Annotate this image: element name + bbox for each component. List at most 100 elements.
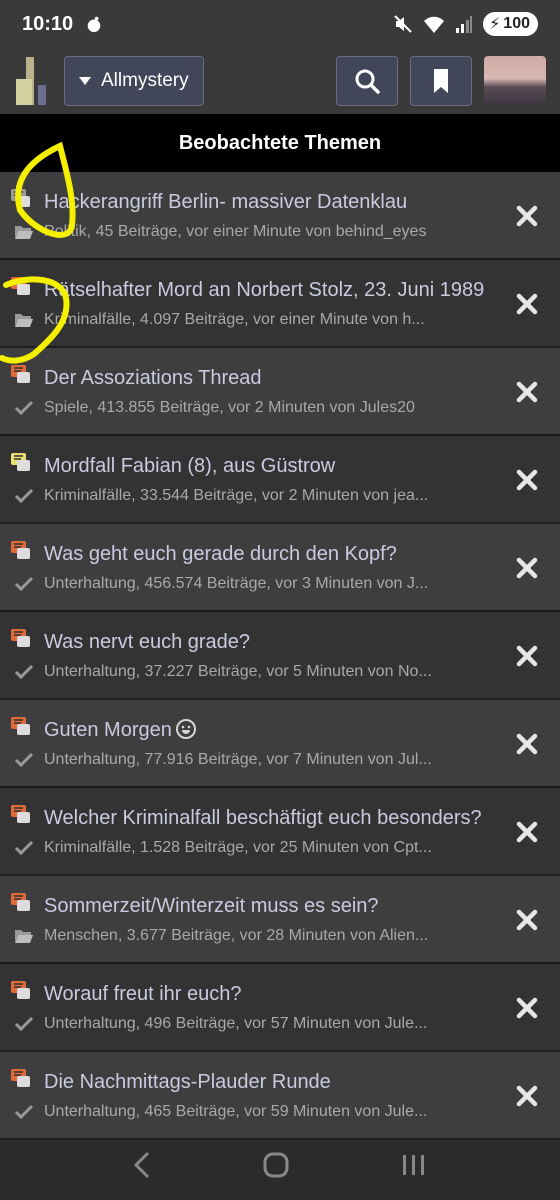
thread-title[interactable]: Guten Morgen xyxy=(44,714,500,746)
thread-meta: Kriminalfälle, 33.544 Beiträge, vor 2 Mi… xyxy=(44,487,429,504)
allmystery-logo[interactable] xyxy=(12,55,52,107)
thread-title-text: Hackerangriff Berlin- massiver Datenklau xyxy=(44,191,408,213)
thread-meta: Unterhaltung, 496 Beiträge, vor 57 Minut… xyxy=(44,1015,428,1032)
thread-title-text: Was geht euch gerade durch den Kopf? xyxy=(44,543,397,565)
thread-title[interactable]: Worauf freut ihr euch? xyxy=(44,978,500,1010)
search-icon xyxy=(355,69,380,94)
signal-icon xyxy=(456,16,473,33)
search-button[interactable] xyxy=(336,56,398,106)
thread-title-text: Mordfall Fabian (8), aus Güstrow xyxy=(44,455,336,477)
thread-title[interactable]: Rätselhafter Mord an Norbert Stolz, 23. … xyxy=(44,274,500,306)
thread-title-text: Sommerzeit/Winterzeit muss es sein? xyxy=(44,895,379,917)
home-icon[interactable] xyxy=(262,1151,290,1179)
thread-row[interactable]: Was nervt euch grade? Unterhaltung, 37.22… xyxy=(0,612,560,700)
battery-icon: ⚡ xyxy=(489,16,501,33)
thread-row[interactable]: Welcher Kriminalfall beschäftigt euch be… xyxy=(0,788,560,876)
checkmark-icon xyxy=(14,664,34,680)
thread-title-text: Worauf freut ihr euch? xyxy=(44,983,242,1005)
thread-meta: Menschen, 3.677 Beiträge, vor 28 Minuten… xyxy=(44,927,429,944)
unwatch-close-icon[interactable] xyxy=(516,1085,538,1107)
thread-title[interactable]: Welcher Kriminalfall beschäftigt euch be… xyxy=(44,802,500,834)
thread-activity-icon xyxy=(11,717,30,735)
unwatch-close-icon[interactable] xyxy=(516,469,538,491)
unwatch-close-icon[interactable] xyxy=(516,733,538,755)
bookmark-icon xyxy=(434,69,448,93)
forum-selector-label: Allmystery xyxy=(101,70,189,91)
app-notification-icon xyxy=(87,16,101,33)
mute-icon xyxy=(394,15,412,33)
recents-icon[interactable] xyxy=(400,1151,428,1179)
checkmark-icon xyxy=(14,1104,34,1120)
checkmark-icon xyxy=(14,840,34,856)
unwatch-close-icon[interactable] xyxy=(516,557,538,579)
thread-activity-icon xyxy=(11,1069,30,1087)
checkmark-icon xyxy=(14,752,34,768)
thread-row[interactable]: Mordfall Fabian (8), aus Güstrow Kriminal… xyxy=(0,436,560,524)
thread-row[interactable]: Der Assoziations Thread Spiele, 413.855 B… xyxy=(0,348,560,436)
thread-title[interactable]: Was geht euch gerade durch den Kopf? xyxy=(44,538,500,570)
caret-down-icon xyxy=(79,77,91,85)
watched-threads-list: Hackerangriff Berlin- massiver Datenklau… xyxy=(0,172,560,1140)
thread-title[interactable]: Mordfall Fabian (8), aus Güstrow xyxy=(44,450,500,482)
thread-activity-icon xyxy=(11,805,30,823)
forum-selector[interactable]: Allmystery xyxy=(64,56,204,106)
thread-row[interactable]: Rätselhafter Mord an Norbert Stolz, 23. … xyxy=(0,260,560,348)
thread-title-text: Rätselhafter Mord an Norbert Stolz, 23. … xyxy=(44,279,485,301)
thread-row[interactable]: Hackerangriff Berlin- massiver Datenklau… xyxy=(0,172,560,260)
thread-title[interactable]: Was nervt euch grade? xyxy=(44,626,500,658)
status-bar: 10:10 ⚡ 100 xyxy=(0,0,560,48)
thread-activity-icon xyxy=(11,189,30,207)
status-time: 10:10 xyxy=(22,12,74,35)
unwatch-close-icon[interactable] xyxy=(516,381,538,403)
thread-activity-icon xyxy=(11,277,30,295)
thread-activity-icon xyxy=(11,629,30,647)
thread-activity-icon xyxy=(11,541,30,559)
thread-title[interactable]: Der Assoziations Thread xyxy=(44,362,500,394)
thread-row[interactable]: Guten Morgen Unterhaltung, 77.916 Beiträg… xyxy=(0,700,560,788)
smiley-icon xyxy=(175,719,196,739)
thread-meta: Unterhaltung, 77.916 Beiträge, vor 7 Min… xyxy=(44,751,432,768)
thread-title[interactable]: Die Nachmittags-Plauder Runde xyxy=(44,1066,500,1098)
unwatch-close-icon[interactable] xyxy=(516,205,538,227)
back-icon[interactable] xyxy=(132,1151,152,1179)
thread-meta: Unterhaltung, 465 Beiträge, vor 59 Minut… xyxy=(44,1103,428,1120)
thread-meta: Kriminalfälle, 4.097 Beiträge, vor einer… xyxy=(44,311,425,328)
thread-meta: Kriminalfälle, 1.528 Beiträge, vor 25 Mi… xyxy=(44,839,432,856)
folder-open-icon xyxy=(15,314,33,327)
section-title: Beobachtete Themen xyxy=(0,114,560,172)
thread-activity-icon xyxy=(11,893,30,911)
user-avatar[interactable] xyxy=(484,56,546,106)
wifi-icon xyxy=(424,16,445,33)
thread-title-text: Welcher Kriminalfall beschäftigt euch be… xyxy=(44,807,482,829)
checkmark-icon xyxy=(14,576,34,592)
battery-level: 100 xyxy=(503,15,530,32)
status-icons: ⚡ 100 xyxy=(393,12,538,36)
folder-open-icon xyxy=(15,930,33,943)
thread-meta: Politik, 45 Beiträge, vor einer Minute v… xyxy=(44,223,427,240)
thread-row[interactable]: Sommerzeit/Winterzeit muss es sein? Mensc… xyxy=(0,876,560,964)
thread-title-text: Guten Morgen xyxy=(44,719,172,741)
bookmarks-button[interactable] xyxy=(410,56,472,106)
thread-activity-icon xyxy=(11,453,30,471)
unwatch-close-icon[interactable] xyxy=(516,997,538,1019)
thread-title-text: Was nervt euch grade? xyxy=(44,631,251,653)
thread-title[interactable]: Sommerzeit/Winterzeit muss es sein? xyxy=(44,890,500,922)
thread-title[interactable]: Hackerangriff Berlin- massiver Datenklau xyxy=(44,186,500,218)
thread-row[interactable]: Worauf freut ihr euch? Unterhaltung, 496 … xyxy=(0,964,560,1052)
checkmark-icon xyxy=(14,488,34,504)
battery-indicator: ⚡ 100 xyxy=(483,12,538,36)
thread-meta: Spiele, 413.855 Beiträge, vor 2 Minuten … xyxy=(44,399,415,416)
checkmark-icon xyxy=(14,400,34,416)
app-toolbar: Allmystery xyxy=(0,48,560,114)
thread-meta: Unterhaltung, 37.227 Beiträge, vor 5 Min… xyxy=(44,663,432,680)
unwatch-close-icon[interactable] xyxy=(516,821,538,843)
unwatch-close-icon[interactable] xyxy=(516,909,538,931)
unwatch-close-icon[interactable] xyxy=(516,293,538,315)
thread-title-text: Der Assoziations Thread xyxy=(44,367,262,389)
folder-open-icon xyxy=(15,226,33,239)
thread-row[interactable]: Die Nachmittags-Plauder Runde Unterhaltun… xyxy=(0,1052,560,1140)
thread-meta: Unterhaltung, 456.574 Beiträge, vor 3 Mi… xyxy=(44,575,429,592)
thread-activity-icon xyxy=(11,981,30,999)
thread-row[interactable]: Was geht euch gerade durch den Kopf? Unte… xyxy=(0,524,560,612)
unwatch-close-icon[interactable] xyxy=(516,645,538,667)
